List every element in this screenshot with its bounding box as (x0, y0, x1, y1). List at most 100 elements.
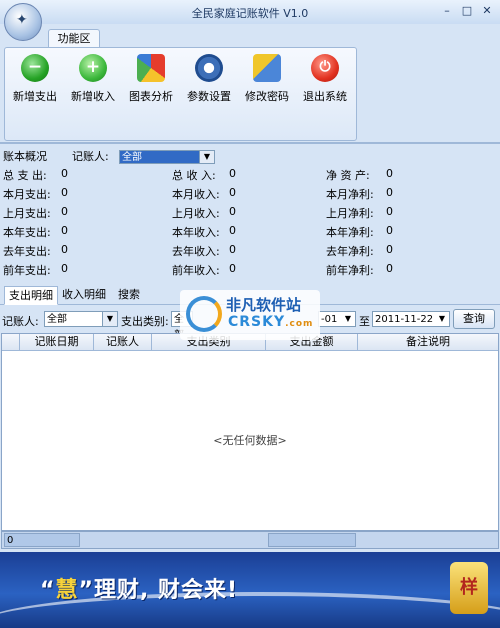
year-income-label: 本年收入: (172, 226, 220, 239)
window-controls: – □ ✕ (438, 3, 496, 19)
column-header-date[interactable]: 记账日期 (20, 334, 94, 350)
last-year-net-label: 去年净利: (326, 245, 374, 258)
year-before-net-label: 前年净利: (326, 264, 374, 277)
month-income-label: 本月收入: (172, 188, 220, 201)
total-expense-value: 0 (61, 167, 68, 180)
empty-state-text: <无任何数据> (213, 434, 287, 447)
watermark-title: 非凡软件站 (226, 296, 302, 314)
exit-system-label: 退出系统 (303, 90, 347, 103)
chart-analysis-button[interactable]: 图表分析 (123, 54, 179, 104)
year-before-expense-value: 0 (61, 262, 68, 275)
change-password-button[interactable]: 修改密码 (239, 54, 295, 104)
exit-system-button[interactable]: ⏻ 退出系统 (297, 54, 353, 104)
chevron-down-icon: ▼ (435, 312, 449, 326)
window-title: 全民家庭记账软件 V1.0 (191, 7, 309, 20)
last-year-expense-value: 0 (61, 243, 68, 256)
year-before-expense-label: 前年支出: (3, 264, 51, 277)
site-watermark: 非凡软件站 CRSKY.com (180, 290, 320, 340)
last-month-net-value: 0 (386, 205, 393, 218)
last-year-net-value: 0 (386, 243, 393, 256)
minus-circle-icon: − (21, 54, 49, 82)
month-expense-label: 本月支出: (3, 188, 51, 201)
footer-count-value: 0 (4, 533, 80, 547)
query-button[interactable]: 查询 (453, 309, 495, 329)
ribbon: 功能区 − 新增支出 + 新增收入 图表分析 参数设置 修改密码 ⏻ 退出系统 (0, 24, 500, 142)
tab-search[interactable]: 搜索 (114, 286, 144, 303)
year-before-net-value: 0 (386, 262, 393, 275)
bookkeeper-select[interactable]: 全部 ▼ (119, 150, 215, 164)
filter-bookkeeper-select[interactable]: 全部 ▼ (44, 311, 118, 327)
net-assets-value: 0 (386, 167, 393, 180)
close-button[interactable]: ✕ (478, 3, 496, 19)
filter-type-label: 支出类别: (121, 315, 169, 328)
table-footer: 0 (1, 531, 499, 549)
add-expense-button[interactable]: − 新增支出 (7, 54, 63, 104)
year-expense-value: 0 (61, 224, 68, 237)
year-before-income-label: 前年收入: (172, 264, 220, 277)
minimize-button[interactable]: – (438, 3, 456, 19)
banner-badge-icon: 样 (450, 562, 488, 614)
year-net-label: 本年净利: (326, 226, 374, 239)
chevron-down-icon: ▼ (199, 151, 214, 163)
month-income-value: 0 (229, 186, 236, 199)
watermark-logo-icon (186, 296, 222, 332)
chevron-down-icon: ▼ (102, 312, 117, 326)
column-header-bookkeeper[interactable]: 记账人 (94, 334, 152, 350)
month-net-value: 0 (386, 186, 393, 199)
total-expense-label: 总 支 出: (3, 169, 47, 182)
last-year-expense-label: 去年支出: (3, 245, 51, 258)
settings-button[interactable]: 参数设置 (181, 54, 237, 104)
tab-expense-detail[interactable]: 支出明细 (4, 286, 58, 305)
row-header-corner (2, 334, 20, 350)
records-table: 记账日期 记账人 支出类别 支出金额 备注说明 <无任何数据> (1, 333, 499, 531)
last-month-net-label: 上月净利: (326, 207, 374, 220)
date-to-picker[interactable]: 2011-11-22 ▼ (372, 311, 450, 327)
last-month-income-value: 0 (229, 205, 236, 218)
last-month-expense-value: 0 (61, 205, 68, 218)
last-year-income-value: 0 (229, 243, 236, 256)
month-net-label: 本月净利: (326, 188, 374, 201)
plus-circle-icon: + (79, 54, 107, 82)
add-income-button[interactable]: + 新增收入 (65, 54, 121, 104)
tab-function-area[interactable]: 功能区 (48, 29, 100, 48)
total-income-label: 总 收 入: (172, 169, 216, 182)
year-before-income-value: 0 (229, 262, 236, 275)
chart-icon (137, 54, 165, 82)
last-month-expense-label: 上月支出: (3, 207, 51, 220)
app-menu-orb-button[interactable]: ✦ (4, 3, 42, 41)
settings-label: 参数设置 (187, 90, 231, 103)
month-expense-value: 0 (61, 186, 68, 199)
date-from-picker[interactable]: -01 ▼ (318, 311, 356, 327)
last-month-income-label: 上月收入: (172, 207, 220, 220)
chevron-down-icon: ▼ (341, 312, 355, 326)
account-summary: 账本概况 记账人: 全部 ▼ 总 支 出: 0 总 收 入: 0 净 资 产: … (0, 146, 500, 282)
ribbon-panel: − 新增支出 + 新增收入 图表分析 参数设置 修改密码 ⏻ 退出系统 (4, 47, 357, 141)
app-logo-icon: ✦ (16, 12, 28, 28)
divider (0, 142, 500, 144)
last-year-income-label: 去年收入: (172, 245, 220, 258)
year-expense-label: 本年支出: (3, 226, 51, 239)
maximize-button[interactable]: □ (458, 3, 476, 19)
footer-total-value (268, 533, 356, 547)
bookkeeper-label: 记账人: (72, 150, 109, 163)
power-icon: ⏻ (311, 54, 339, 82)
net-assets-label: 净 资 产: (326, 169, 370, 182)
chart-analysis-label: 图表分析 (129, 90, 173, 103)
year-net-value: 0 (386, 224, 393, 237)
column-header-note[interactable]: 备注说明 (358, 334, 498, 350)
total-income-value: 0 (229, 167, 236, 180)
key-icon (253, 54, 281, 82)
watermark-domain: CRSKY.com (228, 314, 314, 330)
tab-income-detail[interactable]: 收入明细 (58, 286, 110, 303)
year-income-value: 0 (229, 224, 236, 237)
change-password-label: 修改密码 (245, 90, 289, 103)
banner-slogan: “慧”理财, 财会来! (40, 578, 239, 603)
promo-banner: “慧”理财, 财会来! 样 (0, 552, 500, 628)
summary-title: 账本概况 (3, 150, 47, 163)
gear-icon (195, 54, 223, 82)
filter-bookkeeper-label: 记账人: (2, 315, 39, 328)
add-expense-label: 新增支出 (13, 90, 57, 103)
title-bar: 全民家庭记账软件 V1.0 – □ ✕ (0, 0, 500, 25)
date-to-label: 至 (359, 315, 370, 328)
add-income-label: 新增收入 (71, 90, 115, 103)
